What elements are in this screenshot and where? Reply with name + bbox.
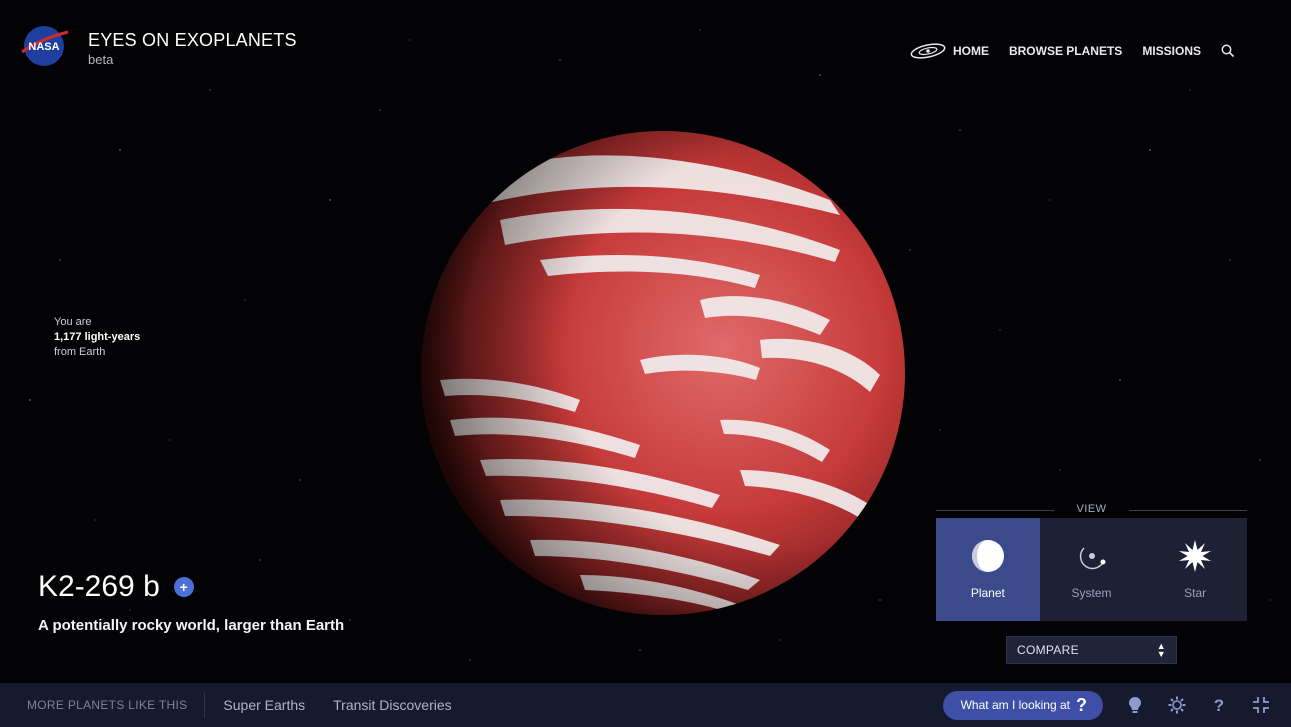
more-planets-label: MORE PLANETS LIKE THIS xyxy=(27,698,188,712)
planet-description: A potentially rocky world, larger than E… xyxy=(38,617,345,634)
planet-name-row: K2-269 b + xyxy=(38,570,194,604)
planet-info-button[interactable]: + xyxy=(173,577,194,597)
view-planet-label: Planet xyxy=(970,586,1005,600)
app-title: EYES ON EXOPLANETS xyxy=(88,30,297,50)
system-icon xyxy=(1079,547,1105,570)
distance-value: 1,177 light-years xyxy=(54,331,141,343)
fullscreen-icon[interactable] xyxy=(1251,695,1271,715)
bottom-bar: MORE PLANETS LIKE THIS Super Earths Tran… xyxy=(0,683,1291,727)
search-icon[interactable] xyxy=(1221,44,1235,58)
view-panel: Planet System Star xyxy=(936,518,1247,621)
view-star-label: Star xyxy=(1184,586,1207,600)
view-planet-button[interactable]: Planet xyxy=(936,518,1040,621)
nav-browse-planets-label: BROWSE PLANETS xyxy=(1008,44,1123,58)
space-viewport[interactable]: NASA EYES ON EXOPLANETS beta HOME BROWSE… xyxy=(0,0,1291,727)
nav-home-label: HOME xyxy=(952,44,989,58)
distance-line3: from Earth xyxy=(54,346,106,358)
nasa-logo[interactable]: NASA xyxy=(18,24,70,68)
view-star-button[interactable]: Star xyxy=(1143,518,1247,621)
planet-icon xyxy=(971,540,1004,572)
view-label: VIEW xyxy=(936,503,1247,515)
svg-text:NASA: NASA xyxy=(28,41,59,53)
view-system-button[interactable]: System xyxy=(1040,518,1144,621)
top-nav: HOME BROWSE PLANETS MISSIONS xyxy=(909,43,1235,59)
link-super-earths[interactable]: Super Earths xyxy=(223,697,305,713)
nav-browse-planets[interactable]: BROWSE PLANETS xyxy=(1009,44,1122,58)
svg-text:?: ? xyxy=(1214,696,1224,715)
looking-q: ? xyxy=(1076,694,1087,715)
lightbulb-icon[interactable] xyxy=(1125,695,1145,715)
help-icon[interactable]: ? xyxy=(1209,695,1229,715)
distance-line1: You are xyxy=(54,316,92,328)
star-icon xyxy=(1179,540,1212,572)
settings-icon[interactable] xyxy=(1167,695,1187,715)
looking-label: What am I looking at xyxy=(960,698,1070,712)
what-am-i-looking-at-button[interactable]: What am I looking at ? xyxy=(942,690,1103,720)
nav-missions[interactable]: MISSIONS xyxy=(1142,44,1201,58)
nav-home[interactable]: HOME xyxy=(909,43,989,59)
galaxy-icon xyxy=(910,43,946,59)
planet-name: K2-269 b xyxy=(38,570,160,603)
link-transit-discoveries[interactable]: Transit Discoveries xyxy=(333,697,452,713)
sort-arrows-icon: ▲ ▼ xyxy=(1156,641,1166,659)
distance-readout: You are 1,177 light-years from Earth xyxy=(54,315,140,360)
bottom-divider xyxy=(204,692,206,718)
nav-missions-label: MISSIONS xyxy=(1142,44,1201,58)
compare-label: COMPARE xyxy=(1017,643,1079,657)
view-system-label: System xyxy=(1071,586,1112,600)
app-subtitle: beta xyxy=(88,52,114,67)
compare-select[interactable]: COMPARE ▲ ▼ xyxy=(1006,636,1177,664)
bottom-tools: What am I looking at ? ? xyxy=(942,683,1271,727)
